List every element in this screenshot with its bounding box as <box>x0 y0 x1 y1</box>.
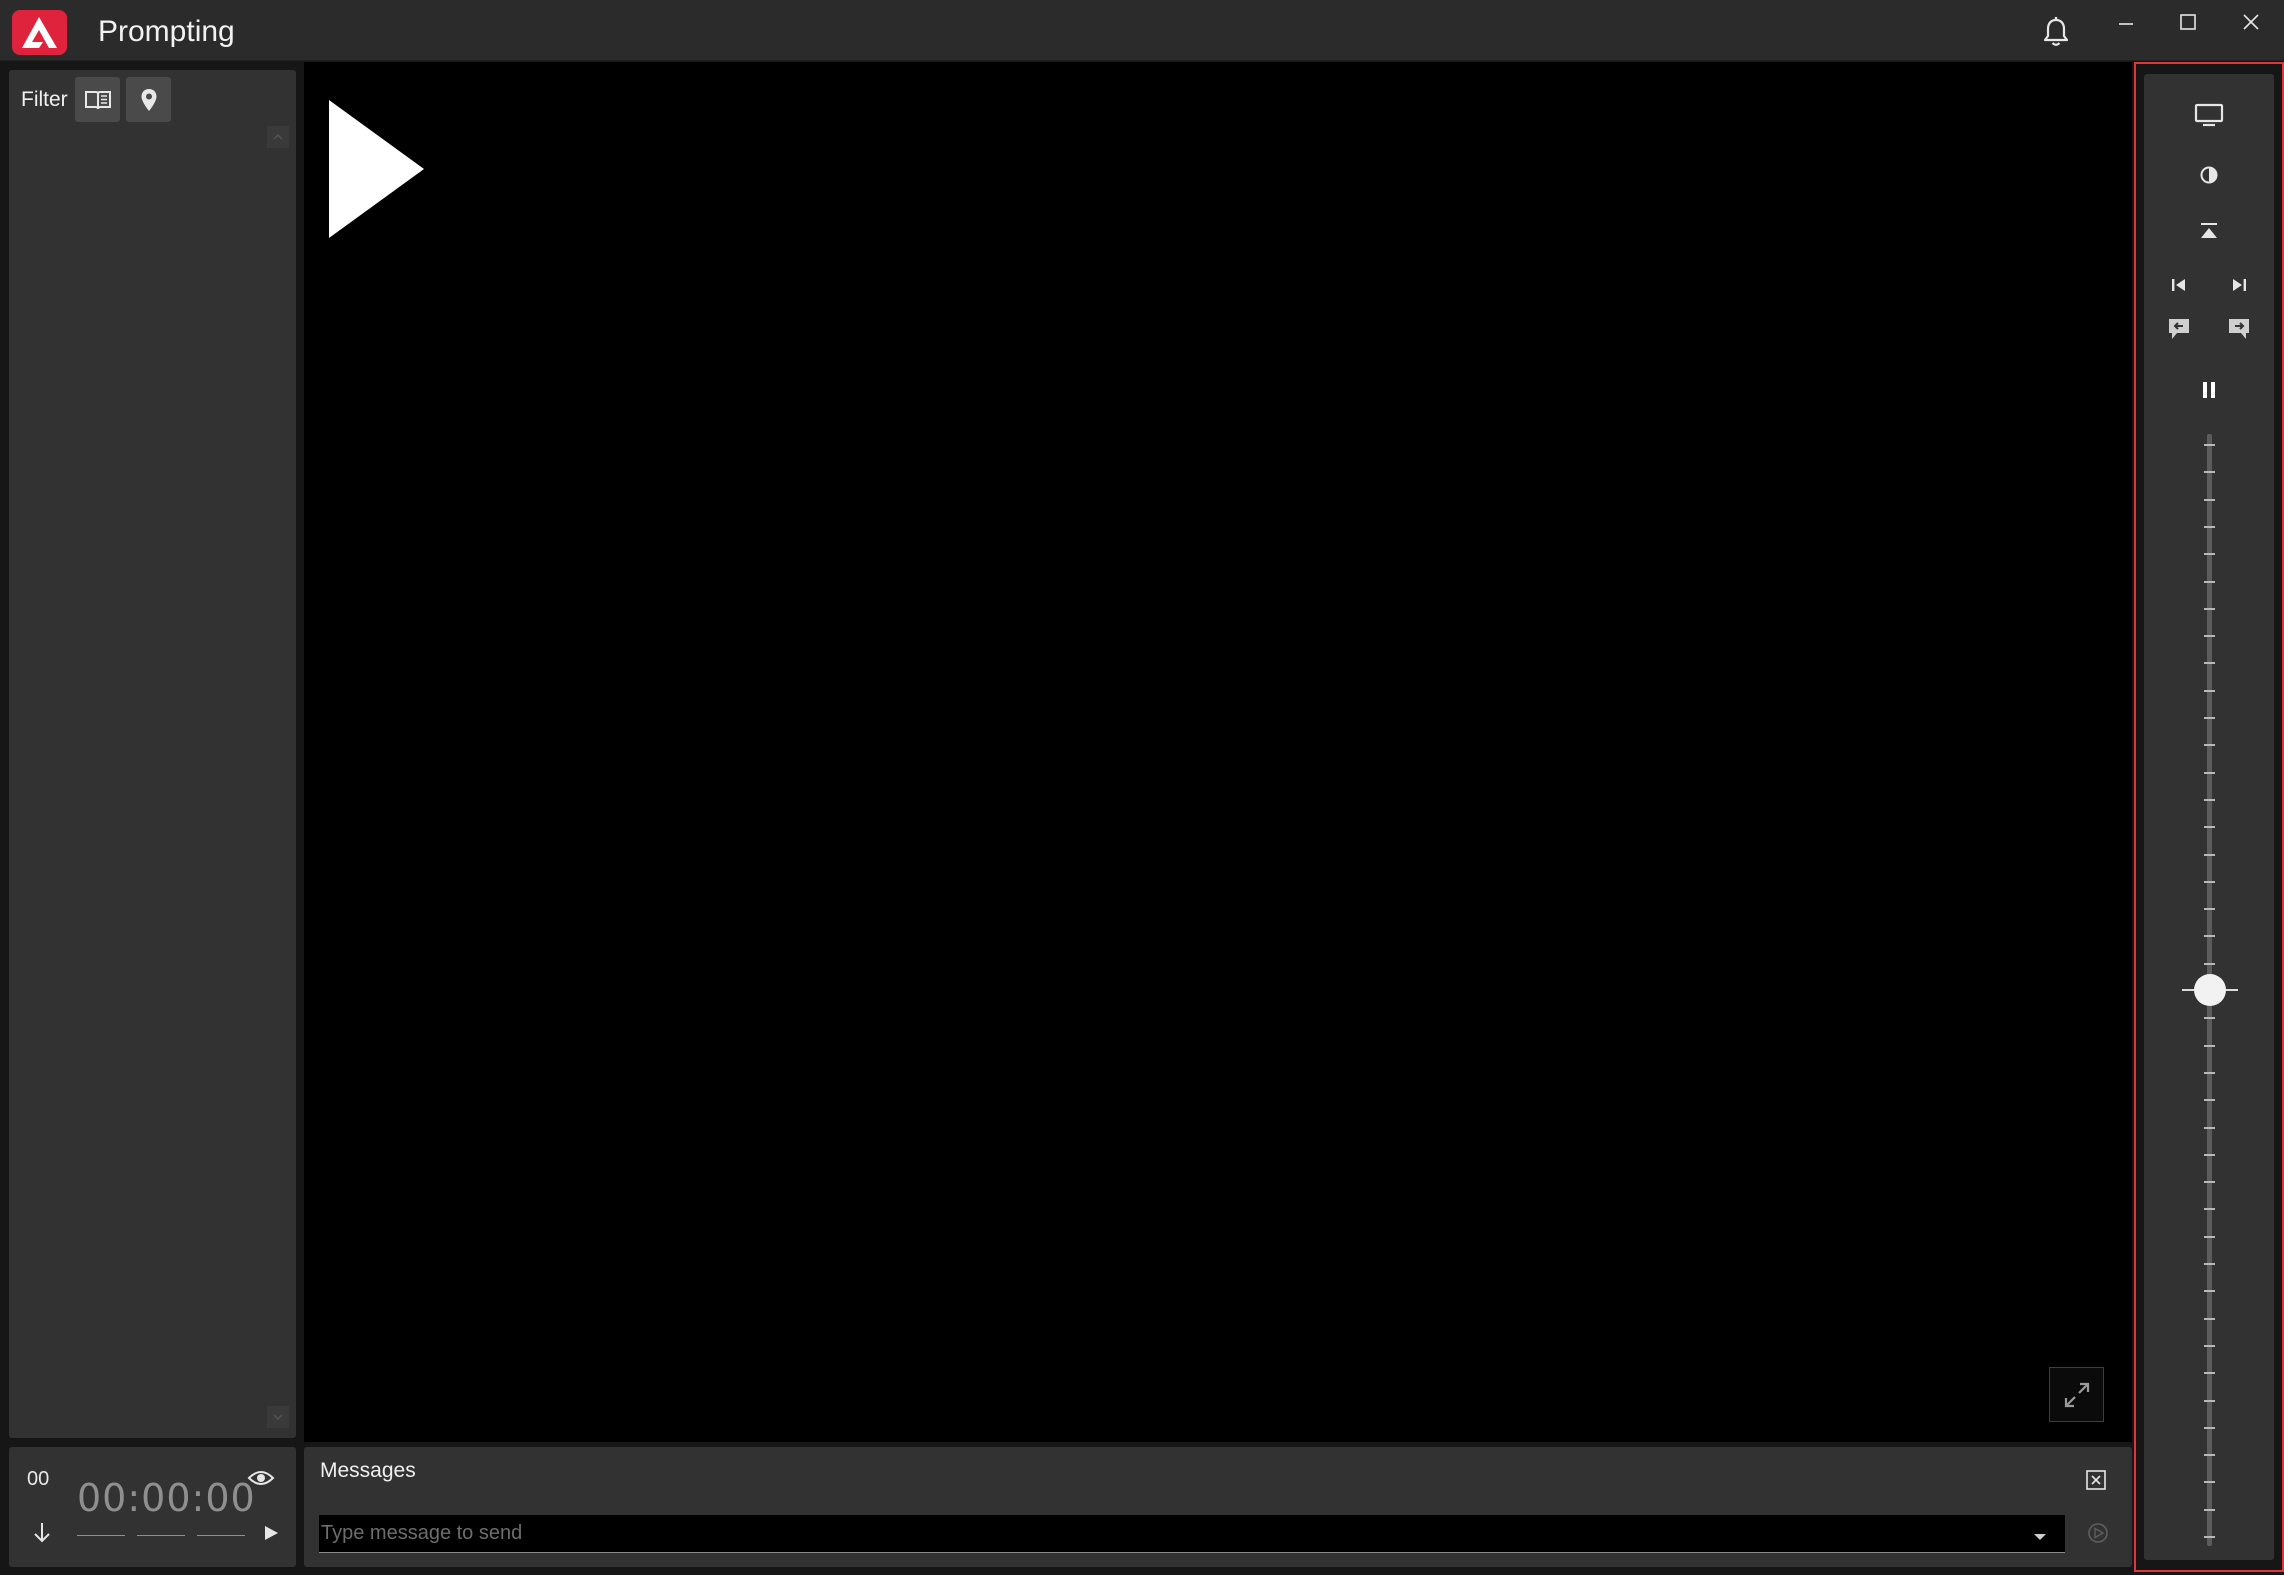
close-window-button[interactable] <box>2229 6 2273 42</box>
filter-scripts-button[interactable] <box>75 77 120 122</box>
speed-slider-tick <box>2204 1426 2215 1429</box>
arrow-down-icon[interactable] <box>31 1520 53 1546</box>
next-marker-icon <box>2229 319 2249 339</box>
speed-slider-tick <box>2204 1099 2215 1102</box>
speed-slider-tick <box>2204 1181 2215 1184</box>
speed-slider-tick <box>2204 853 2215 856</box>
speed-slider-tick <box>2204 1208 2215 1211</box>
title-bar: Prompting <box>0 0 2284 61</box>
speed-slider-tick <box>2204 607 2215 610</box>
speed-slider-thumb[interactable] <box>2194 974 2226 1006</box>
speed-slider-tick <box>2204 1508 2215 1511</box>
speed-slider-tick <box>2204 908 2215 911</box>
speed-slider-tick <box>2204 1153 2215 1156</box>
speed-slider-tick <box>2204 1454 2215 1457</box>
segment-number: 00 <box>27 1468 50 1490</box>
output-display-button[interactable] <box>2192 98 2226 132</box>
map-pin-icon <box>141 88 156 111</box>
book-icon <box>84 90 111 109</box>
messages-title: Messages <box>320 1459 416 1482</box>
speed-slider-tick <box>2204 525 2215 528</box>
clear-messages-button[interactable] <box>2085 1469 2107 1491</box>
fullscreen-button[interactable] <box>2049 1367 2104 1422</box>
speed-slider-tick <box>2204 798 2215 801</box>
speed-slider-tick <box>2204 1126 2215 1129</box>
seconds-underline <box>197 1535 245 1536</box>
speed-slider-tick <box>2204 962 2215 965</box>
next-marker-button[interactable] <box>2222 312 2256 346</box>
jump-to-top-icon <box>2201 223 2217 238</box>
filter-label: Filter <box>21 88 68 111</box>
message-input-wrapper <box>319 1515 2065 1553</box>
speed-slider-tick <box>2204 1317 2215 1320</box>
skip-previous-icon <box>2172 279 2185 291</box>
contrast-icon <box>2200 166 2218 184</box>
send-message-button[interactable] <box>2087 1522 2109 1544</box>
chevron-down-icon <box>273 1414 283 1420</box>
speed-slider-tick <box>2204 689 2215 692</box>
minutes-underline <box>137 1535 185 1536</box>
message-input[interactable] <box>319 1515 2065 1552</box>
timer-display[interactable]: 00:00:00 <box>77 1477 255 1519</box>
notification-bell-icon[interactable] <box>2039 15 2073 49</box>
playlist-scroll-up-button[interactable] <box>267 126 289 148</box>
playlist-panel: Filter <box>9 70 296 1438</box>
minimize-window-button[interactable] <box>2104 6 2148 42</box>
speed-slider-tick <box>2204 1044 2215 1047</box>
next-segment-button[interactable] <box>2222 268 2256 302</box>
speed-slider-tick <box>2204 1399 2215 1402</box>
speed-slider-tick <box>2204 1481 2215 1484</box>
speed-slider-tick <box>2204 580 2215 583</box>
prompter-display[interactable] <box>304 62 2132 1442</box>
speed-slider-tick <box>2204 553 2215 556</box>
speed-slider-tick <box>2204 771 2215 774</box>
speed-slider-tick <box>2204 1263 2215 1265</box>
speed-slider-tick <box>2204 826 2215 829</box>
playlist-scroll-down-button[interactable] <box>267 1406 289 1428</box>
speed-slider-tick <box>2204 1235 2215 1238</box>
prompter-controls-frame <box>2134 62 2284 1572</box>
speed-slider-tick <box>2204 744 2215 747</box>
pause-scroll-button[interactable] <box>2192 373 2226 407</box>
speed-slider-tick <box>2204 717 2215 719</box>
speed-slider-tick <box>2204 1290 2215 1293</box>
filter-locations-button[interactable] <box>126 77 171 122</box>
chevron-up-icon <box>273 134 283 140</box>
speed-slider-tick <box>2204 1536 2215 1538</box>
speed-slider-tick <box>2204 880 2215 883</box>
monitor-icon <box>2194 103 2224 127</box>
speed-slider-tick <box>2204 935 2215 938</box>
timer-panel: 00 00:00:00 <box>9 1447 296 1567</box>
previous-marker-icon <box>2169 319 2189 339</box>
speed-slider-tick <box>2204 662 2215 665</box>
speed-slider-tick <box>2204 444 2215 446</box>
hours-underline <box>77 1535 125 1536</box>
speed-slider-tick <box>2204 1017 2215 1020</box>
speed-slider-tick <box>2204 1071 2215 1074</box>
timer-field-underlines <box>77 1535 245 1537</box>
message-history-dropdown-icon[interactable] <box>2033 1532 2047 1542</box>
play-icon[interactable] <box>262 1524 280 1542</box>
speed-slider-tick <box>2204 1344 2215 1347</box>
expand-icon <box>2064 1382 2089 1407</box>
cue-arrow-icon <box>329 100 424 238</box>
speed-slider-tick <box>2204 635 2215 638</box>
app-title: Prompting <box>98 15 235 48</box>
speed-slider-tick <box>2204 471 2215 474</box>
pause-icon <box>2203 382 2215 398</box>
speed-slider-tick <box>2204 1372 2215 1375</box>
previous-segment-button[interactable] <box>2162 268 2196 302</box>
previous-marker-button[interactable] <box>2162 312 2196 346</box>
prompter-controls-panel <box>2144 74 2274 1560</box>
skip-next-icon <box>2233 279 2246 291</box>
speed-slider-tick <box>2204 498 2215 501</box>
maximize-window-button[interactable] <box>2166 6 2210 42</box>
messages-panel: Messages <box>304 1447 2132 1567</box>
app-logo-icon <box>12 10 67 55</box>
jump-to-top-button[interactable] <box>2192 214 2226 248</box>
invert-colors-button[interactable] <box>2192 158 2226 192</box>
